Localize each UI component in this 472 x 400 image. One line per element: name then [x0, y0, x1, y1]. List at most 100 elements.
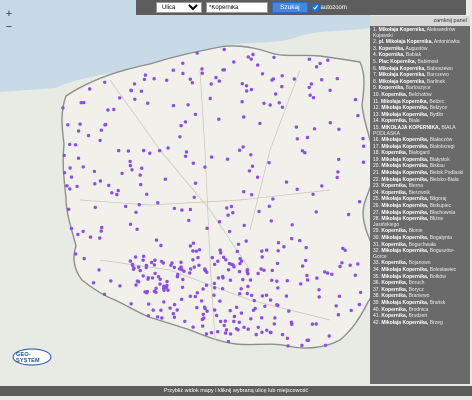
street-marker[interactable] — [226, 339, 231, 344]
street-marker[interactable] — [166, 146, 170, 150]
street-marker[interactable] — [141, 274, 145, 278]
street-marker[interactable] — [162, 284, 166, 288]
street-marker[interactable] — [97, 268, 101, 272]
street-marker[interactable] — [195, 291, 199, 295]
street-marker[interactable] — [152, 263, 157, 267]
street-marker[interactable] — [330, 272, 334, 276]
street-marker[interactable] — [154, 286, 158, 290]
street-marker[interactable] — [159, 308, 163, 312]
street-marker[interactable] — [199, 299, 204, 303]
street-marker[interactable] — [237, 320, 241, 324]
street-marker[interactable] — [285, 336, 290, 340]
street-marker[interactable] — [284, 294, 289, 298]
street-marker[interactable] — [262, 101, 266, 106]
street-marker[interactable] — [220, 287, 225, 291]
street-marker[interactable] — [68, 142, 72, 147]
street-marker[interactable] — [65, 184, 69, 188]
street-marker[interactable] — [246, 272, 250, 276]
street-marker[interactable] — [100, 225, 104, 230]
street-marker[interactable] — [181, 71, 185, 76]
street-marker[interactable] — [188, 271, 192, 275]
street-marker[interactable] — [250, 164, 255, 168]
street-marker[interactable] — [118, 96, 122, 100]
street-marker[interactable] — [73, 143, 78, 147]
street-marker[interactable] — [318, 61, 322, 66]
street-marker[interactable] — [225, 157, 230, 161]
street-marker[interactable] — [314, 210, 318, 214]
street-marker[interactable] — [336, 313, 341, 317]
street-marker[interactable] — [349, 308, 353, 313]
street-marker[interactable] — [192, 195, 196, 199]
street-marker[interactable] — [361, 160, 366, 164]
street-marker[interactable] — [338, 264, 342, 269]
street-marker[interactable] — [311, 96, 316, 100]
street-marker[interactable] — [314, 322, 318, 326]
street-marker[interactable] — [216, 276, 221, 280]
street-marker[interactable] — [132, 266, 136, 270]
street-marker[interactable] — [76, 156, 81, 160]
street-marker[interactable] — [137, 203, 141, 207]
street-marker[interactable] — [228, 308, 232, 313]
street-marker[interactable] — [202, 316, 206, 320]
result-item[interactable]: 42. Mikołaja Kopernika, Brzeg — [373, 320, 467, 327]
street-marker[interactable] — [245, 89, 249, 93]
street-marker[interactable] — [228, 332, 233, 336]
street-marker[interactable] — [265, 328, 269, 332]
street-marker[interactable] — [311, 192, 315, 196]
street-marker[interactable] — [179, 123, 183, 128]
street-marker[interactable] — [191, 241, 196, 245]
street-marker[interactable] — [123, 204, 128, 209]
street-marker[interactable] — [79, 101, 83, 105]
street-marker[interactable] — [265, 248, 269, 252]
street-marker[interactable] — [116, 188, 120, 193]
street-marker[interactable] — [150, 276, 155, 280]
street-marker[interactable] — [300, 343, 304, 348]
street-marker[interactable] — [172, 302, 177, 307]
street-marker[interactable] — [195, 51, 199, 55]
street-marker[interactable] — [249, 87, 254, 92]
street-marker[interactable] — [160, 316, 164, 320]
street-marker[interactable] — [268, 330, 272, 335]
street-marker[interactable] — [282, 245, 286, 249]
street-marker[interactable] — [157, 148, 162, 153]
street-marker[interactable] — [69, 175, 74, 179]
search-input[interactable] — [206, 2, 268, 13]
street-marker[interactable] — [151, 308, 155, 312]
street-marker[interactable] — [162, 300, 166, 304]
street-marker[interactable] — [204, 332, 209, 336]
result-item[interactable]: 28. Mikołaja Kopernika, Bliżne Jasińskie… — [373, 216, 467, 228]
street-marker[interactable] — [314, 65, 319, 69]
street-marker[interactable] — [188, 294, 192, 298]
street-marker[interactable] — [276, 249, 280, 253]
street-marker[interactable] — [221, 276, 225, 280]
street-marker[interactable] — [171, 103, 176, 108]
street-marker[interactable] — [172, 315, 177, 319]
street-marker[interactable] — [212, 262, 217, 267]
street-marker[interactable] — [245, 291, 249, 296]
street-marker[interactable] — [191, 258, 195, 262]
street-marker[interactable] — [136, 265, 141, 269]
street-marker[interactable] — [209, 82, 213, 86]
street-marker[interactable] — [289, 320, 294, 324]
street-marker[interactable] — [197, 248, 202, 252]
street-marker[interactable] — [246, 55, 250, 59]
street-marker[interactable] — [172, 206, 177, 211]
street-marker[interactable] — [197, 263, 201, 267]
street-marker[interactable] — [284, 180, 289, 184]
street-marker[interactable] — [129, 88, 133, 93]
street-marker[interactable] — [217, 220, 222, 224]
street-marker[interactable] — [295, 187, 299, 191]
street-marker[interactable] — [218, 248, 222, 252]
street-marker[interactable] — [269, 219, 273, 223]
street-marker[interactable] — [144, 265, 148, 270]
street-marker[interactable] — [212, 308, 217, 312]
street-marker[interactable] — [137, 280, 141, 284]
street-marker[interactable] — [145, 291, 149, 295]
street-marker[interactable] — [328, 121, 332, 125]
street-marker[interactable] — [256, 271, 260, 276]
street-marker[interactable] — [110, 191, 114, 195]
street-marker[interactable] — [118, 284, 122, 288]
street-marker[interactable] — [249, 317, 253, 321]
street-marker[interactable] — [249, 193, 254, 197]
street-marker[interactable] — [153, 271, 157, 276]
